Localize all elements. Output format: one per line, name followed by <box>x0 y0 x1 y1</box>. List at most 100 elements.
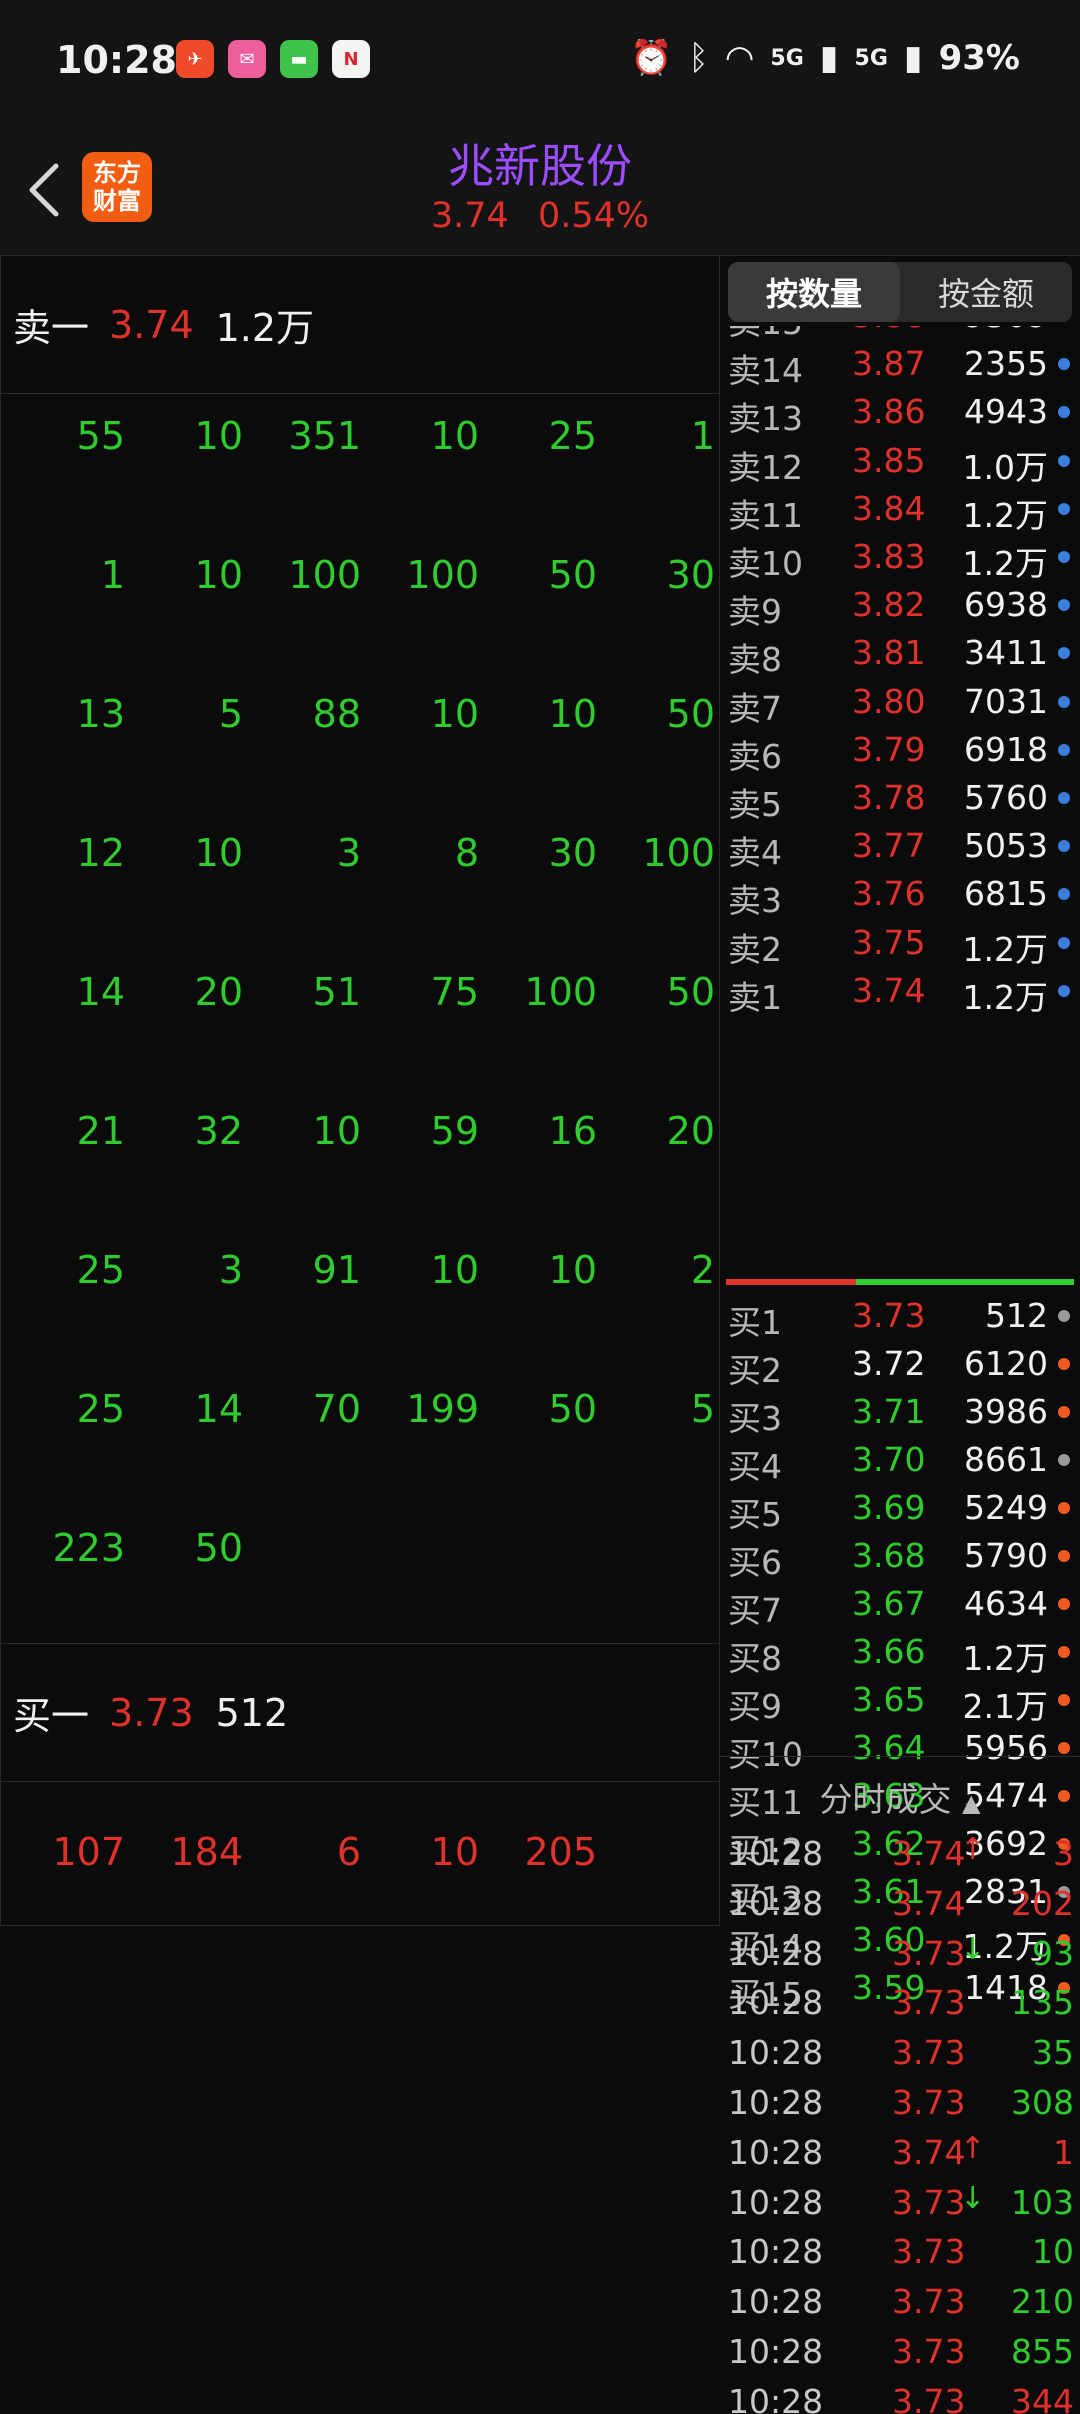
stock-change-pct: 0.54% <box>537 196 650 236</box>
sell-queue-cell: 10 <box>194 414 243 458</box>
buy-one-label: 买一 <box>13 1694 90 1738</box>
stock-price: 3.74 <box>430 196 509 236</box>
tick-trade-row: 10:28 3.73 35 <box>720 2027 1080 2077</box>
status-indicators: ⏰ ᛒ ◠ 5G ▮ 5G ▮ 93% <box>630 38 1020 78</box>
tab-by-amount[interactable]: 按金额 <box>900 262 1072 322</box>
bid-level-row[interactable]: 买1 3.73 512 <box>720 1290 1080 1342</box>
order-dot-icon <box>1058 502 1070 515</box>
tick-price: 3.74 <box>892 1883 966 1923</box>
ask-level-row[interactable]: 卖5 3.78 5760 <box>720 772 1080 824</box>
ask-level-name: 卖8 <box>728 640 782 680</box>
tick-volume: 202 <box>1011 1883 1074 1923</box>
ask-level-volume: 1.2万 <box>962 977 1048 1017</box>
ask-level-name: 卖10 <box>728 544 803 583</box>
bid-level-price: 3.67 <box>852 1584 926 1623</box>
bid-level-row[interactable]: 买7 3.67 4634 <box>720 1578 1080 1630</box>
tick-trades-header[interactable]: 分时成交 ▲ <box>720 1756 1080 1828</box>
ask-level-row[interactable]: 卖9 3.82 6938 <box>720 579 1080 631</box>
tick-volume: 1 <box>1053 2132 1074 2172</box>
ask-level-name: 卖12 <box>728 447 803 487</box>
tick-volume: 308 <box>1011 2083 1074 2122</box>
bid-level-price: 3.65 <box>852 1680 926 1719</box>
bid-level-volume: 1.2万 <box>962 1639 1048 1678</box>
bid-level-row[interactable]: 买9 3.65 2.1万 <box>720 1674 1080 1726</box>
sell-queue-cell: 10 <box>194 553 243 597</box>
ask-level-row[interactable]: 卖14 3.87 2355 <box>720 338 1080 390</box>
ask-level-row[interactable]: 卖7 3.80 7031 <box>720 676 1080 728</box>
order-dot-icon <box>1058 551 1070 563</box>
bid-ratio <box>856 1279 1074 1285</box>
messages-app-icon: ▬ <box>280 40 318 78</box>
ask-level-row[interactable]: 卖6 3.79 6918 <box>720 724 1080 776</box>
tab-by-quantity[interactable]: 按数量 <box>728 262 900 322</box>
ask-level-name: 卖7 <box>728 688 782 728</box>
ask-level-row[interactable]: 卖2 3.75 1.2万 <box>720 917 1080 969</box>
sell-queue-cell: 5 <box>690 1387 715 1431</box>
ask-level-price: 3.82 <box>852 585 926 625</box>
tick-time: 10:28 <box>728 2381 824 2414</box>
sell-one-row[interactable]: 卖一 3.74 1.2万 <box>1 256 721 394</box>
bid-level-row[interactable]: 买8 3.66 1.2万 <box>720 1626 1080 1678</box>
order-dot-icon <box>1058 984 1070 997</box>
ask-level-row[interactable]: 卖4 3.77 5053 <box>720 820 1080 872</box>
order-dot-icon <box>1058 1502 1070 1514</box>
bid-level-row[interactable]: 买5 3.69 5249 <box>720 1482 1080 1534</box>
tick-time: 10:28 <box>728 1834 824 1873</box>
order-dot-icon <box>1058 1646 1070 1658</box>
sell-queue-cell: 32 <box>194 1109 243 1153</box>
order-dot-icon <box>1058 454 1070 467</box>
sell-queue-cell: 25 <box>548 414 597 458</box>
bid-level-volume: 8661 <box>964 1440 1048 1479</box>
ask-level-name: 卖3 <box>728 881 782 921</box>
ask-level-volume: 3411 <box>964 633 1048 673</box>
tick-trade-row: 10:28 3.73 855 <box>720 2326 1080 2376</box>
sell-queue-cell: 10 <box>548 1248 597 1292</box>
ask-level-row[interactable]: 卖10 3.83 1.2万 <box>720 531 1080 583</box>
tick-price: 3.73 <box>892 1933 966 1973</box>
signal-label-2: 5G <box>854 45 888 71</box>
sell-one-volume: 1.2万 <box>215 306 315 350</box>
sell-queue-cell: 14 <box>76 970 125 1014</box>
ask-level-volume: 1.2万 <box>962 544 1048 583</box>
bid-level-name: 买6 <box>728 1543 782 1582</box>
tick-volume: 35 <box>1032 2033 1074 2073</box>
ask-level-row[interactable]: 卖3 3.76 6815 <box>720 868 1080 920</box>
tick-volume: 855 <box>1011 2332 1074 2371</box>
order-dot-icon <box>1058 1358 1070 1370</box>
sell-queue-cell: 59 <box>430 1109 479 1153</box>
ask-level-row[interactable]: 卖1 3.74 1.2万 <box>720 965 1080 1017</box>
ask-level-price: 3.81 <box>852 633 926 673</box>
sell-queue-cell: 50 <box>548 1387 597 1431</box>
ask-levels: 卖153.889309卖143.872355卖133.864943卖123.85… <box>720 326 1080 1274</box>
bid-level-row[interactable]: 买6 3.68 5790 <box>720 1530 1080 1582</box>
sell-queue-cell: 20 <box>194 970 243 1014</box>
bid-level-row[interactable]: 买3 3.71 3986 <box>720 1386 1080 1438</box>
buy-queue-cell: 6 <box>336 1830 361 1874</box>
sell-queue-cell: 88 <box>312 692 361 736</box>
ask-level-row[interactable]: 卖11 3.84 1.2万 <box>720 483 1080 535</box>
arrow-down-icon: ↓ <box>960 1931 986 1967</box>
tick-time: 10:28 <box>728 1983 824 2023</box>
ask-level-row[interactable]: 卖12 3.85 1.0万 <box>720 435 1080 487</box>
order-dot-icon <box>1058 1310 1070 1322</box>
tick-time: 10:28 <box>728 2282 824 2322</box>
ask-level-price: 3.84 <box>852 488 926 528</box>
ask-level-row[interactable]: 卖153.889309 <box>720 326 1080 342</box>
tick-time: 10:28 <box>728 2332 824 2371</box>
tick-trade-row: 10:28 3.73 ↓ 93 <box>720 1928 1080 1978</box>
bid-level-name: 买4 <box>728 1447 782 1486</box>
sell-one-label: 卖一 <box>13 306 90 350</box>
sell-queue-cell: 8 <box>454 831 479 875</box>
ask-level-row[interactable]: 卖13 3.86 4943 <box>720 386 1080 438</box>
status-bar: 10:28 ✈ ✉ ▬ N ⏰ ᛒ ◠ 5G ▮ 5G ▮ 93% <box>0 0 1080 120</box>
tick-time: 10:28 <box>728 2232 824 2272</box>
bid-level-row[interactable]: 买4 3.70 8661 <box>720 1434 1080 1486</box>
sell-queue-cell: 20 <box>666 1109 715 1153</box>
ask-level-row[interactable]: 卖8 3.81 3411 <box>720 627 1080 679</box>
bid-level-row[interactable]: 买2 3.72 6120 <box>720 1338 1080 1390</box>
tick-time: 10:28 <box>728 2182 824 2222</box>
feishu-app-icon: ✈ <box>176 40 214 78</box>
buy-one-row[interactable]: 买一 3.73 512 <box>1 1644 721 1782</box>
tick-time: 10:28 <box>728 2132 824 2172</box>
buy-queue-cell: 184 <box>170 1830 243 1874</box>
